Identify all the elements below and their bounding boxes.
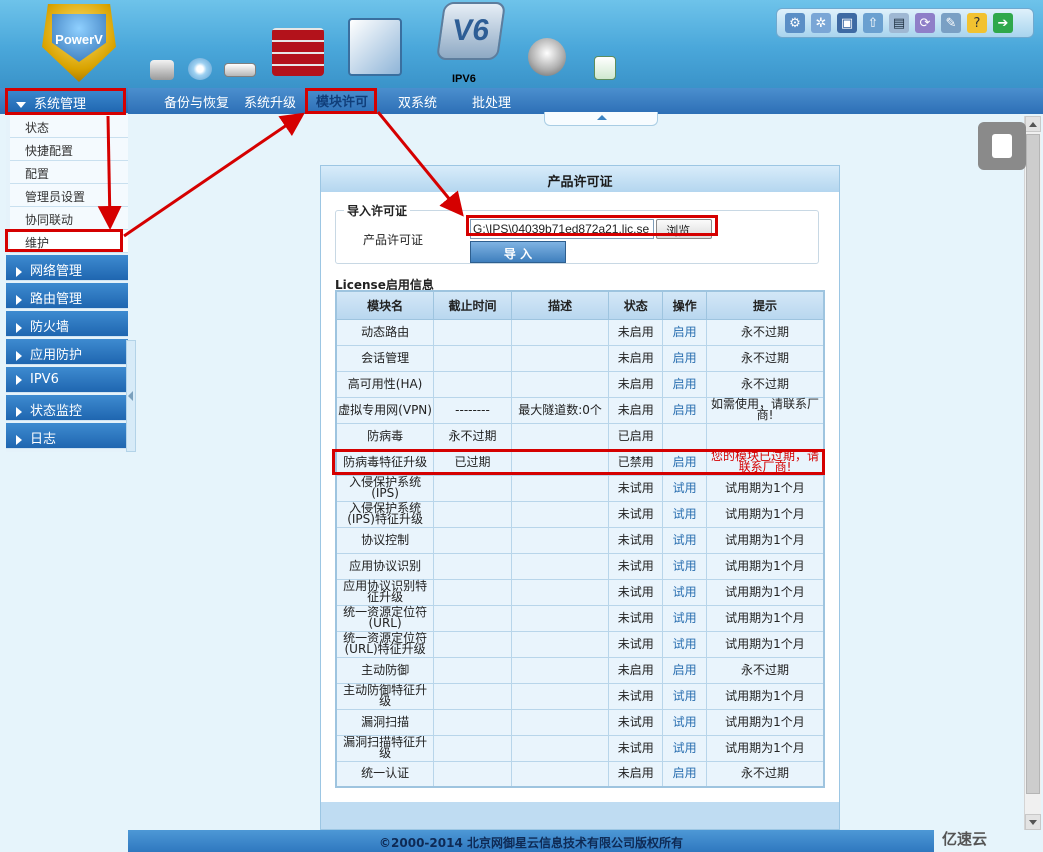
annotation-arrow (123, 112, 305, 238)
annotation-arrow (376, 111, 464, 217)
annotation-arrow (97, 115, 122, 230)
annotation-arrows (97, 111, 464, 238)
